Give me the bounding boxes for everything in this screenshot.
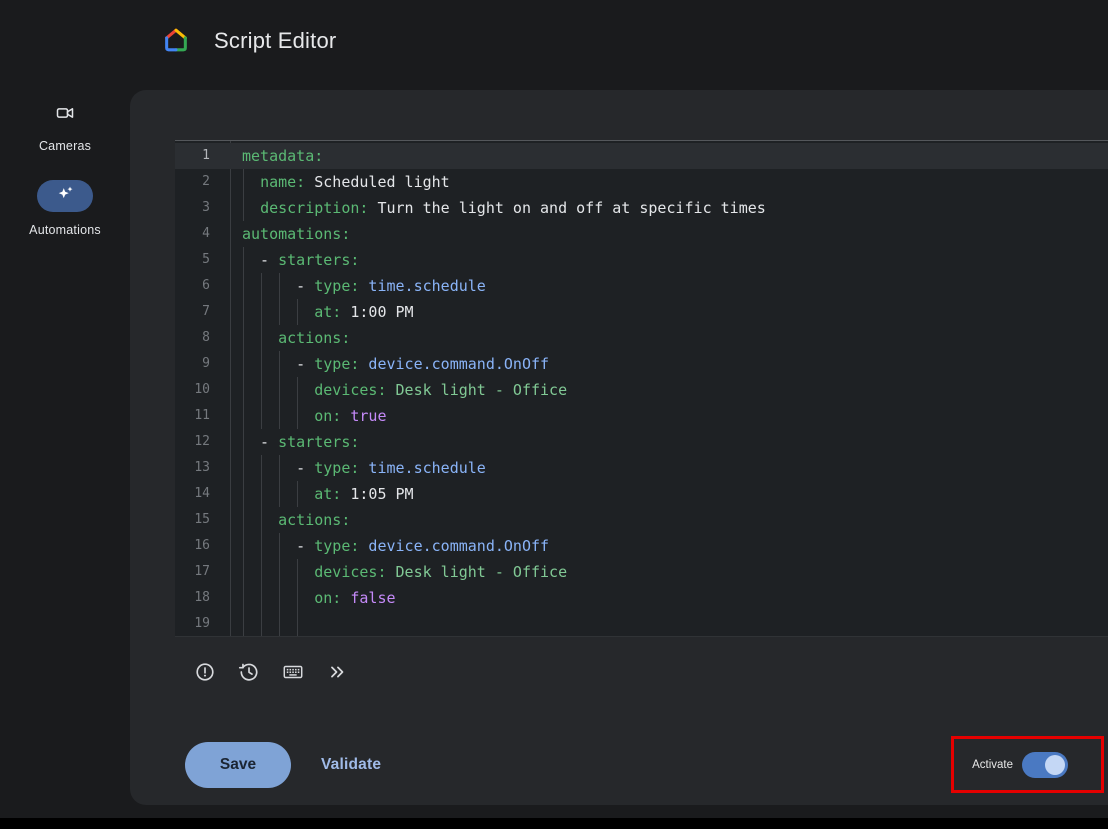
error-icon: [194, 661, 216, 683]
expand-button[interactable]: [315, 650, 359, 694]
line-number: 9: [175, 351, 230, 377]
code-line-3[interactable]: 3 description: Turn the light on and off…: [175, 195, 1108, 221]
activate-group: Activate: [972, 752, 1080, 778]
double-chevron-right-icon: [326, 661, 348, 683]
code-line-2[interactable]: 2 name: Scheduled light: [175, 169, 1108, 195]
code-line-16[interactable]: 16 - type: device.command.OnOff: [175, 533, 1108, 559]
sidebar-item-label: Automations: [29, 223, 101, 237]
code-editor[interactable]: 1metadata:2 name: Scheduled light3 descr…: [175, 140, 1108, 637]
line-number: 10: [175, 377, 230, 403]
history-icon: [238, 661, 260, 683]
sidebar-item-automations[interactable]: Automations: [0, 180, 130, 237]
code-line-14[interactable]: 14 at: 1:05 PM: [175, 481, 1108, 507]
line-number: 15: [175, 507, 230, 533]
line-number: 5: [175, 247, 230, 273]
line-number: 8: [175, 325, 230, 351]
code-line-4[interactable]: 4automations:: [175, 221, 1108, 247]
line-number: 17: [175, 559, 230, 585]
google-home-logo-icon: [162, 26, 190, 54]
camera-icon: [55, 102, 75, 124]
code-line-1[interactable]: 1metadata:: [175, 143, 1108, 169]
page-title: Script Editor: [214, 28, 336, 54]
line-number: 19: [175, 611, 230, 637]
code-line-12[interactable]: 12 - starters:: [175, 429, 1108, 455]
code-line-11[interactable]: 11 on: true: [175, 403, 1108, 429]
code-line-10[interactable]: 10 devices: Desk light - Office: [175, 377, 1108, 403]
editor-toolbar: [183, 650, 359, 694]
code-line-9[interactable]: 9 - type: device.command.OnOff: [175, 351, 1108, 377]
selected-pill: [37, 180, 93, 212]
code-line-6[interactable]: 6 - type: time.schedule: [175, 273, 1108, 299]
bottom-strip: [0, 818, 1108, 829]
sidebar: Cameras Automations: [0, 90, 130, 237]
code-line-17[interactable]: 17 devices: Desk light - Office: [175, 559, 1108, 585]
save-button[interactable]: Save: [185, 742, 291, 788]
activate-label: Activate: [972, 759, 1013, 771]
script-editor-panel: 1metadata:2 name: Scheduled light3 descr…: [130, 90, 1108, 805]
line-number: 16: [175, 533, 230, 559]
code-line-7[interactable]: 7 at: 1:00 PM: [175, 299, 1108, 325]
line-number: 1: [175, 143, 230, 169]
problems-button[interactable]: [183, 650, 227, 694]
code-line-15[interactable]: 15 actions:: [175, 507, 1108, 533]
actions-bar: Save Validate Activate: [185, 742, 1080, 788]
code-line-19[interactable]: 19: [175, 611, 1108, 637]
activate-toggle[interactable]: [1022, 752, 1068, 778]
sidebar-item-label: Cameras: [39, 139, 91, 153]
toggle-thumb: [1045, 755, 1065, 775]
code-line-18[interactable]: 18 on: false: [175, 585, 1108, 611]
line-number: 11: [175, 403, 230, 429]
line-number: 12: [175, 429, 230, 455]
keyboard-button[interactable]: [271, 650, 315, 694]
line-number: 3: [175, 195, 230, 221]
line-number: 13: [175, 455, 230, 481]
line-number: 2: [175, 169, 230, 195]
keyboard-icon: [282, 661, 304, 683]
line-number: 4: [175, 221, 230, 247]
sidebar-item-cameras[interactable]: Cameras: [0, 102, 130, 153]
validate-button[interactable]: Validate: [321, 756, 381, 774]
code-line-5[interactable]: 5 - starters:: [175, 247, 1108, 273]
sparkle-icon: [55, 184, 75, 209]
code-line-13[interactable]: 13 - type: time.schedule: [175, 455, 1108, 481]
line-number: 18: [175, 585, 230, 611]
line-number: 7: [175, 299, 230, 325]
line-number: 6: [175, 273, 230, 299]
code-line-8[interactable]: 8 actions:: [175, 325, 1108, 351]
header: Script Editor: [0, 0, 1108, 90]
history-button[interactable]: [227, 650, 271, 694]
line-number: 14: [175, 481, 230, 507]
